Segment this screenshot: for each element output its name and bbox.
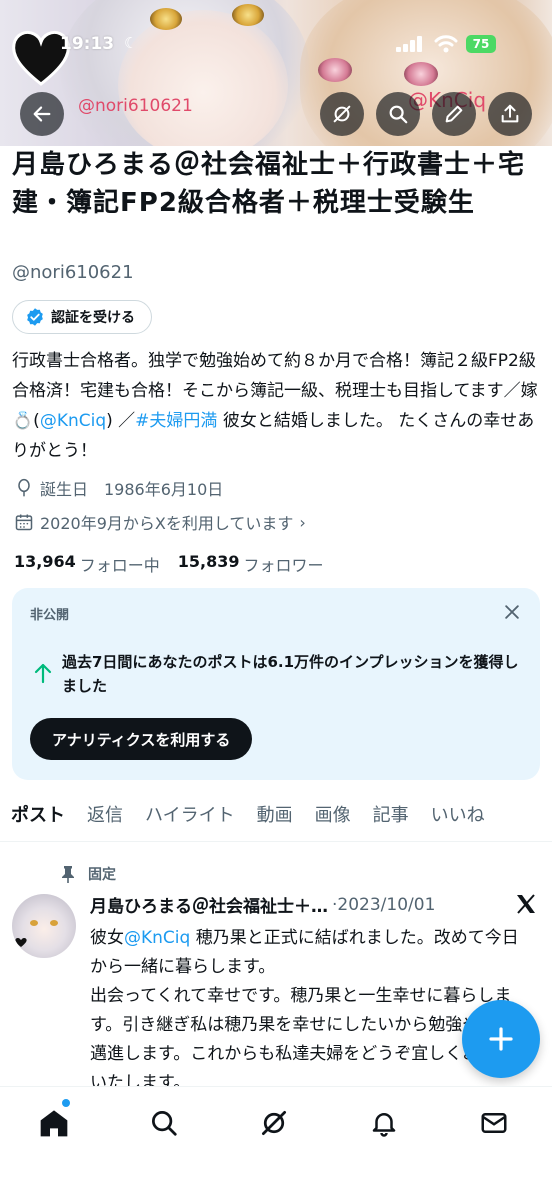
search-icon [389, 105, 408, 124]
tab-replies[interactable]: 返信 [76, 796, 134, 841]
following-label[interactable]: フォロー中 [80, 552, 160, 576]
tab-media[interactable]: 画像 [304, 796, 362, 841]
pencil-icon [445, 105, 463, 123]
balloon-icon [18, 478, 30, 497]
post-mention-link[interactable]: @KnCiq [124, 928, 190, 948]
plus-icon [489, 1027, 513, 1051]
banner-art [318, 58, 352, 82]
search-button[interactable] [376, 92, 420, 136]
tab-likes[interactable]: いいね [420, 796, 496, 841]
profile-handle: @nori610621 [12, 262, 134, 283]
pin-icon [62, 866, 74, 883]
nav-notifications[interactable] [364, 1103, 404, 1143]
arrow-up-icon [34, 663, 52, 684]
verified-badge-icon [27, 308, 43, 326]
analytics-card: 非公開 過去7日間にあなたのポストは6.1万件のインプレッションを獲得しました … [12, 588, 540, 780]
profile-name: 月島ひろまる＠社会福祉士＋行政書士＋宅建・簿記FP2級合格者＋税理士受験生 [12, 150, 526, 218]
grok-icon [333, 105, 351, 123]
post-date[interactable]: ·2023/10/01 [332, 895, 435, 915]
calendar-icon [15, 514, 33, 531]
banner-watermark: @nori610621 [78, 96, 193, 116]
banner-art [150, 8, 182, 30]
banner-art [404, 62, 438, 86]
use-analytics-button[interactable]: アナリティクスを利用する [30, 718, 253, 760]
get-verified-button[interactable]: 認証を受ける [12, 300, 152, 334]
profile-tabs: ポスト 返信 ハイライト 動画 画像 記事 いいね [0, 796, 552, 842]
banner-art [232, 4, 264, 26]
search-icon [152, 1111, 177, 1136]
bottom-navigation [0, 1086, 552, 1200]
heart-sticker-icon [15, 937, 27, 947]
private-label: 非公開 [30, 608, 70, 623]
bell-icon [372, 1113, 396, 1137]
bio-mention-link[interactable]: @KnCiq [40, 411, 106, 431]
focus-moon-icon: ☾ [124, 34, 138, 52]
post-text[interactable]: 彼女@KnCiq 穂乃果と正式に結ばれました。改めて今日から一緒に暮らします。 … [90, 924, 530, 1086]
arrow-left-icon [33, 106, 51, 122]
share-icon [501, 104, 519, 123]
avatar-art [50, 920, 58, 926]
battery-indicator: 75 [466, 35, 496, 53]
avatar[interactable] [12, 894, 76, 958]
tab-videos[interactable]: 動画 [246, 796, 304, 841]
home-icon [40, 1110, 68, 1137]
impressions-message: 過去7日間にあなたのポストは6.1万件のインプレッションを獲得しました [62, 653, 519, 695]
mail-icon [481, 1113, 507, 1133]
grok-button[interactable] [320, 92, 364, 136]
pinned-indicator: 固定 [60, 864, 116, 884]
share-button[interactable] [488, 92, 532, 136]
avatar-art [30, 920, 38, 926]
profile-joined[interactable]: 2020年9月からXを利用しています › [14, 510, 306, 534]
x-logo-icon [517, 894, 535, 914]
chevron-right-icon: › [299, 512, 306, 532]
wifi-icon [434, 35, 458, 53]
tab-posts[interactable]: ポスト [0, 796, 76, 841]
grok-icon [262, 1111, 286, 1135]
new-content-dot [62, 1099, 70, 1107]
signal-icon [396, 36, 422, 52]
followers-count[interactable]: 15,839 [178, 552, 240, 576]
following-count[interactable]: 13,964 [14, 552, 76, 576]
get-verified-label: 認証を受ける [51, 310, 135, 326]
bio-hashtag-link[interactable]: #夫婦円満 [135, 411, 217, 431]
tab-highlights[interactable]: ハイライト [134, 796, 246, 841]
edit-profile-button[interactable] [432, 92, 476, 136]
profile-birthday: 誕生日 1986年6月10日 [14, 476, 223, 500]
nav-search[interactable] [144, 1103, 184, 1143]
compose-post-button[interactable] [462, 1000, 540, 1078]
nav-grok[interactable] [254, 1103, 294, 1143]
followers-label[interactable]: フォロワー [244, 552, 324, 576]
post-author[interactable]: 月島ひろまる＠社会福祉士＋… [90, 892, 328, 917]
nav-messages[interactable] [474, 1103, 514, 1143]
back-button[interactable] [20, 92, 64, 136]
post-header: 月島ひろまる＠社会福祉士＋… ·2023/10/01 [90, 892, 542, 917]
nav-home[interactable] [34, 1103, 74, 1143]
status-bar: 19:13 ☾ 75 [0, 30, 552, 60]
tab-articles[interactable]: 記事 [362, 796, 420, 841]
follow-stats: 13,964 フォロー中 15,839 フォロワー [14, 552, 324, 576]
profile-bio: 行政書士合格者。独学で勉強始めて約８か月で合格！簿記２級FP2級合格済！宅建も合… [12, 351, 538, 461]
close-icon[interactable] [502, 602, 522, 622]
status-time: 19:13 [60, 34, 115, 54]
